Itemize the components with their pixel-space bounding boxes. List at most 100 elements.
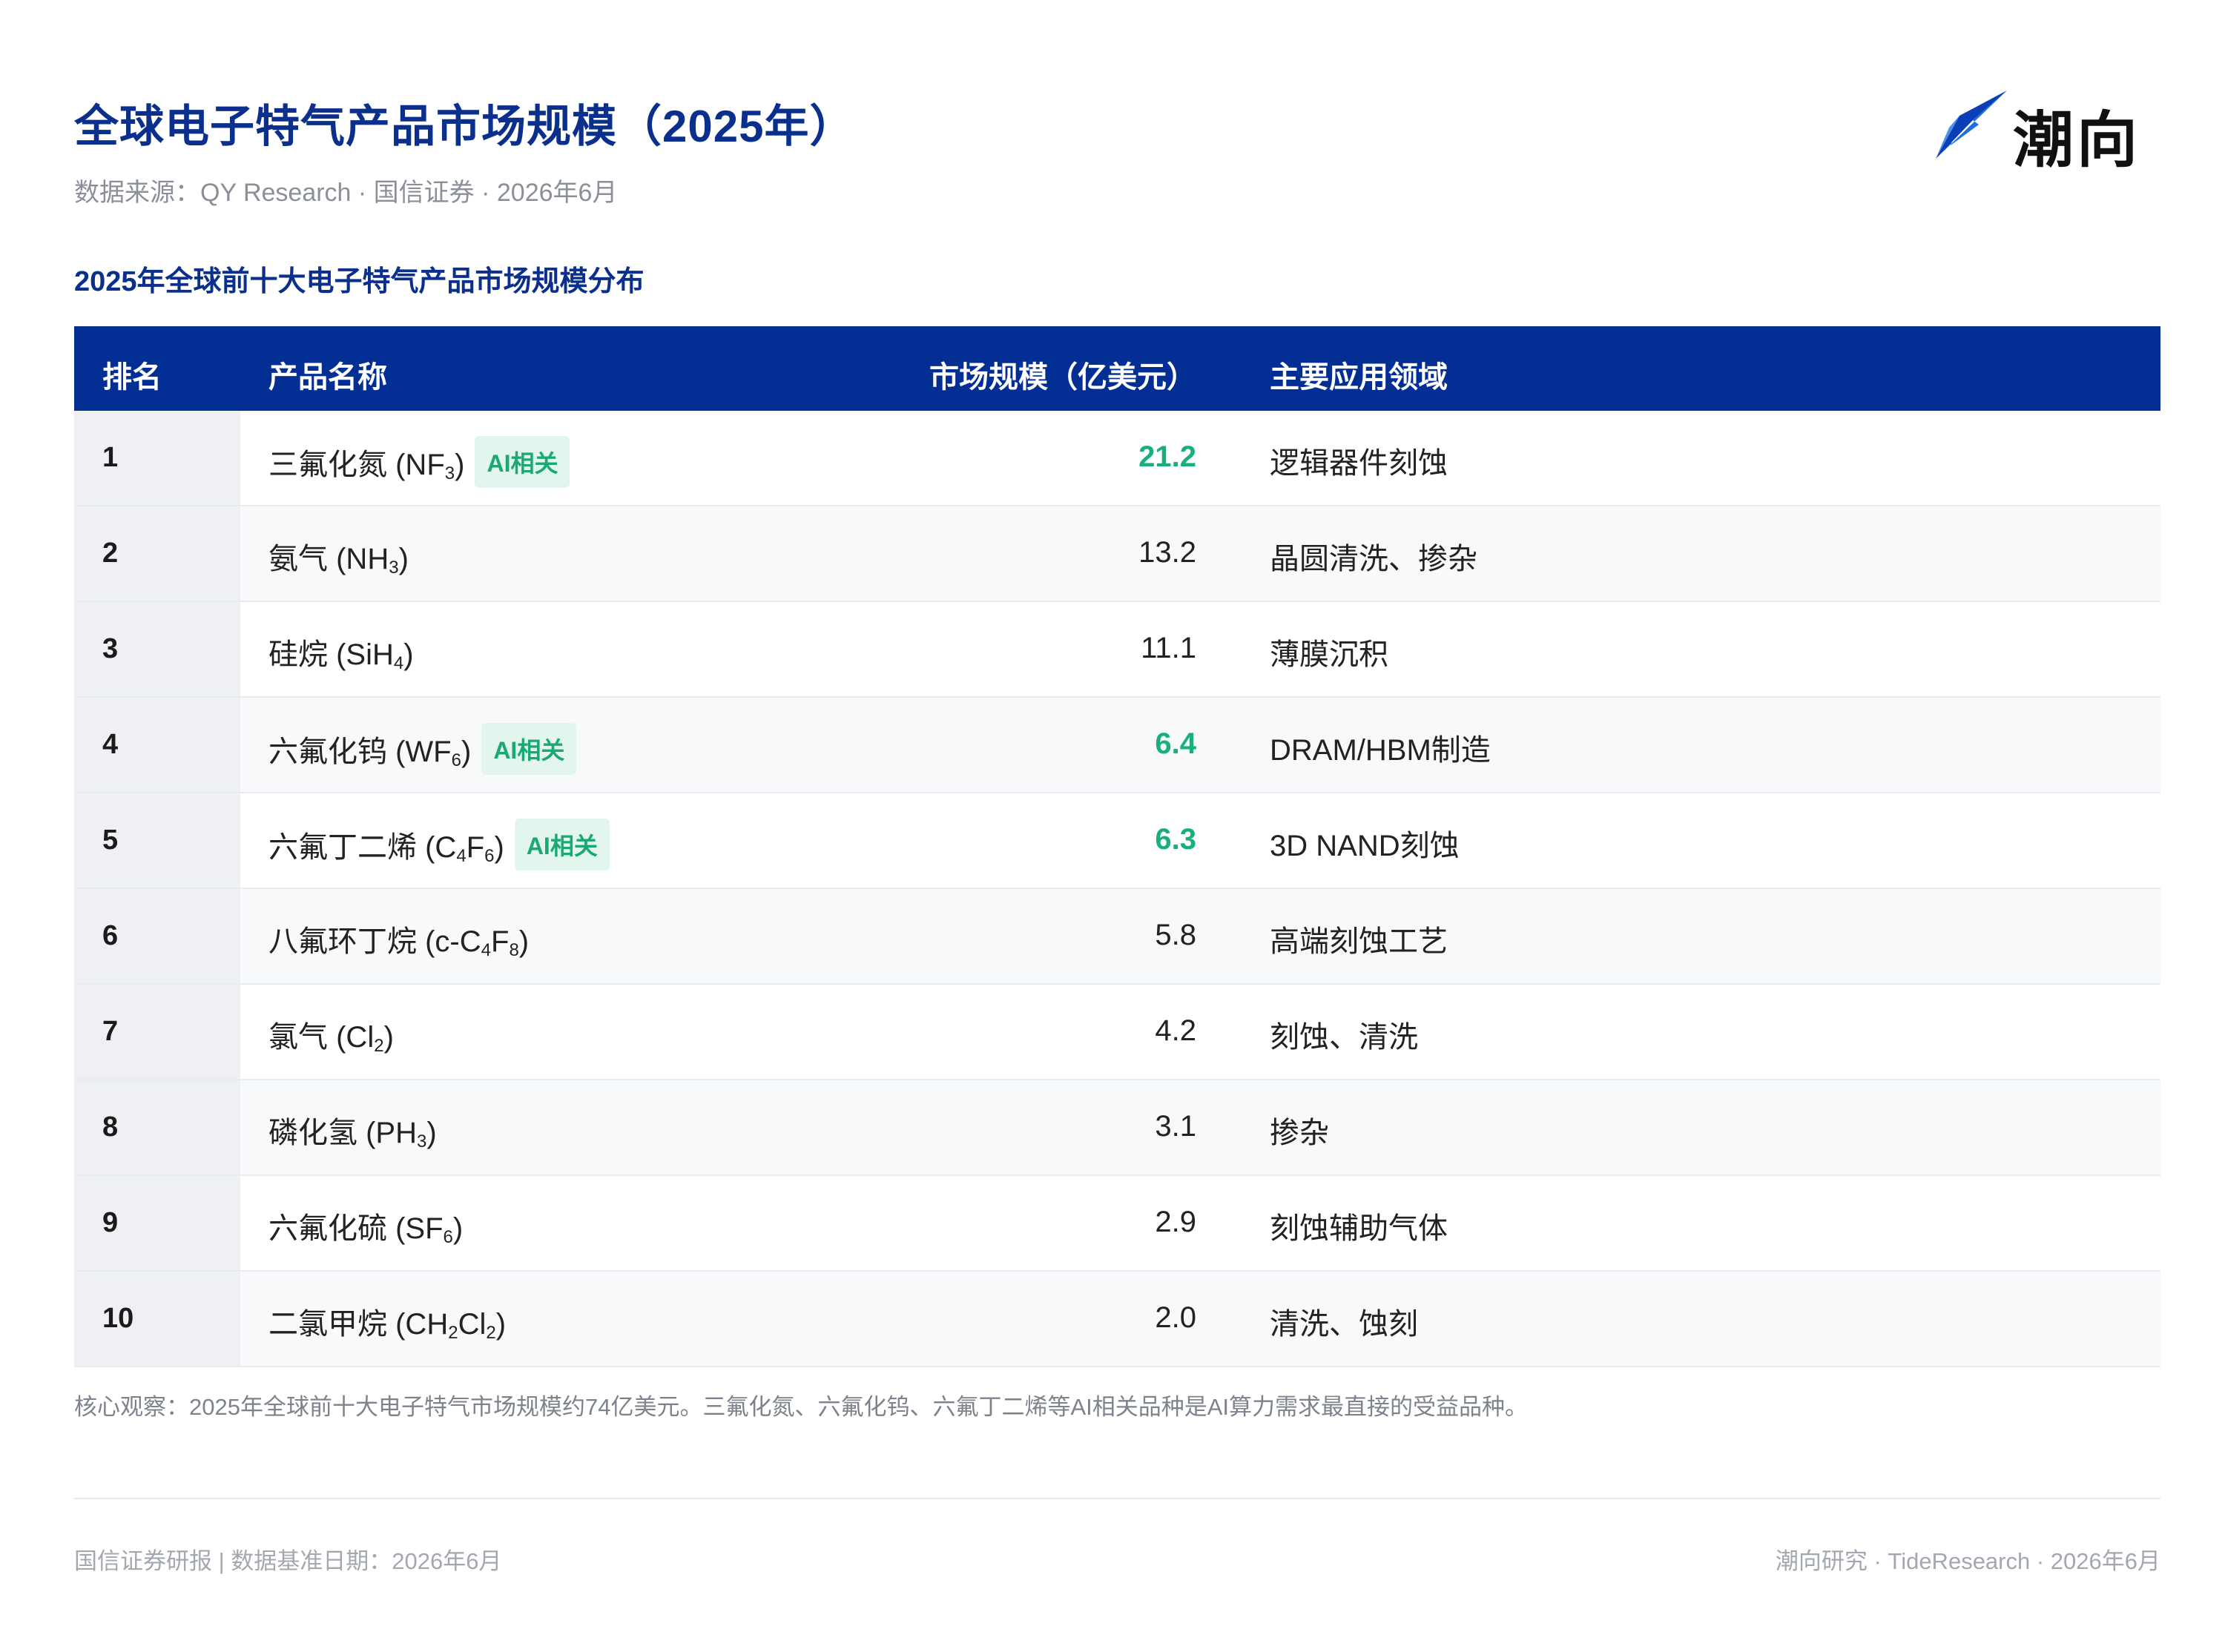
formula-close: ) bbox=[452, 1212, 464, 1245]
rank-number: 6 bbox=[102, 920, 119, 951]
footer-divider bbox=[74, 1498, 2160, 1499]
formula-close: ) bbox=[461, 736, 472, 768]
product-name: 硅烷 (SiH bbox=[268, 638, 394, 671]
formula-close: ) bbox=[403, 638, 414, 671]
table-row: 6 八氟环丁烷 (c-C4F8) 5.8 高端刻蚀工艺 bbox=[74, 889, 2160, 985]
product-name-cell: 六氟丁二烯 (C4F6) AI相关 bbox=[268, 819, 610, 873]
column-header-application: 主要应用领域 bbox=[1270, 361, 1448, 394]
rank-cell: 6 bbox=[74, 889, 240, 983]
formula-close: ) bbox=[495, 1308, 507, 1341]
market-size-value: 6.3 bbox=[1155, 823, 1196, 856]
product-name-cell: 二氯甲烷 (CH2Cl2) bbox=[268, 1300, 506, 1343]
rank-cell: 8 bbox=[74, 1080, 240, 1174]
application-field: 逻辑器件刻蚀 bbox=[1270, 447, 1448, 480]
formula-subscript: 4 bbox=[481, 940, 491, 960]
product-name: 六氟化硫 (SF bbox=[268, 1212, 444, 1245]
rank-number: 1 bbox=[102, 442, 119, 473]
rank-cell: 2 bbox=[74, 506, 240, 601]
formula-close: ) bbox=[383, 1021, 394, 1054]
page-title: 全球电子特气产品市场规模（2025年） bbox=[74, 102, 855, 151]
product-name: 氨气 (NH bbox=[268, 543, 389, 575]
application-field: 掺杂 bbox=[1270, 1117, 1329, 1149]
column-header-market-size: 市场规模（亿美元） bbox=[929, 361, 1196, 394]
formula-close: ) bbox=[518, 925, 530, 958]
formula-close: ) bbox=[455, 449, 465, 481]
page-subtitle: 数据来源：QY Research · 国信证券 · 2026年6月 bbox=[74, 179, 618, 207]
formula-subscript: 2 bbox=[448, 1323, 458, 1343]
market-size-value: 13.2 bbox=[1138, 536, 1196, 569]
product-name: 六氟丁二烯 (C bbox=[268, 831, 457, 864]
formula-part: F bbox=[491, 925, 510, 958]
table-row: 10 二氯甲烷 (CH2Cl2) 2.0 清洗、蚀刻 bbox=[74, 1272, 2160, 1367]
market-size-value: 3.1 bbox=[1155, 1110, 1196, 1143]
formula-subscript: 4 bbox=[393, 653, 404, 673]
ai-related-badge: AI相关 bbox=[514, 819, 610, 870]
table-row: 2 氨气 (NH3) 13.2 晶圆清洗、掺杂 bbox=[74, 506, 2160, 602]
market-size-value: 6.4 bbox=[1155, 727, 1196, 760]
brand-logo: 潮向 bbox=[1933, 86, 2155, 174]
table-row: 1 三氟化氮 (NF3) AI相关 21.2 逻辑器件刻蚀 bbox=[74, 411, 2160, 506]
product-name: 氯气 (Cl bbox=[268, 1021, 375, 1054]
application-field: 晶圆清洗、掺杂 bbox=[1270, 543, 1477, 575]
formula-subscript: 8 bbox=[509, 940, 519, 960]
formula-close: ) bbox=[426, 1117, 437, 1149]
product-name: 六氟化钨 (WF bbox=[268, 736, 452, 768]
table-row: 8 磷化氢 (PH3) 3.1 掺杂 bbox=[74, 1080, 2160, 1176]
rank-number: 10 bbox=[102, 1303, 134, 1334]
product-name-cell: 硅烷 (SiH4) bbox=[268, 630, 414, 673]
application-field: 清洗、蚀刻 bbox=[1270, 1308, 1418, 1341]
application-field: 刻蚀、清洗 bbox=[1270, 1021, 1418, 1054]
key-observation-note: 核心观察：2025年全球前十大电子特气市场规模约74亿美元。三氟化氮、六氟化钨、… bbox=[74, 1394, 1529, 1420]
product-name-cell: 六氟化硫 (SF6) bbox=[268, 1204, 463, 1247]
rank-number: 4 bbox=[102, 729, 119, 760]
formula-subscript: 6 bbox=[443, 1227, 453, 1247]
formula-part: Cl bbox=[458, 1308, 487, 1341]
product-name-cell: 氨气 (NH3) bbox=[268, 535, 409, 578]
product-name: 二氯甲烷 (CH bbox=[268, 1308, 449, 1341]
product-name: 三氟化氮 (NF bbox=[268, 449, 445, 481]
rank-cell: 7 bbox=[74, 985, 240, 1079]
table-row: 3 硅烷 (SiH4) 11.1 薄膜沉积 bbox=[74, 602, 2160, 698]
product-name: 八氟环丁烷 (c-C bbox=[268, 925, 481, 958]
market-size-value: 5.8 bbox=[1155, 919, 1196, 951]
footer-brand: 潮向研究 · TideResearch · 2026年6月 bbox=[1775, 1548, 2160, 1574]
formula-subscript: 3 bbox=[444, 463, 455, 483]
formula-subscript: 2 bbox=[486, 1323, 496, 1343]
formula-close: ) bbox=[398, 543, 409, 575]
formula-close: ) bbox=[494, 831, 504, 864]
column-header-rank: 排名 bbox=[102, 361, 162, 394]
formula-subscript: 3 bbox=[417, 1131, 427, 1152]
table-row: 4 六氟化钨 (WF6) AI相关 6.4 DRAM/HBM制造 bbox=[74, 698, 2160, 793]
formula-subscript: 2 bbox=[374, 1036, 384, 1056]
market-size-value: 21.2 bbox=[1138, 440, 1196, 473]
rank-cell: 9 bbox=[74, 1176, 240, 1270]
formula-subscript: 6 bbox=[451, 750, 461, 770]
product-name-cell: 氯气 (Cl2) bbox=[268, 1013, 394, 1056]
rank-cell: 4 bbox=[74, 698, 240, 792]
rank-cell: 10 bbox=[74, 1272, 240, 1366]
rank-number: 5 bbox=[102, 825, 119, 856]
table-row: 7 氯气 (Cl2) 4.2 刻蚀、清洗 bbox=[74, 985, 2160, 1080]
application-field: 刻蚀辅助气体 bbox=[1270, 1212, 1448, 1245]
table-body: 1 三氟化氮 (NF3) AI相关 21.2 逻辑器件刻蚀 2 氨气 (NH3) 13.2 晶圆… bbox=[74, 411, 2160, 1367]
product-name: 磷化氢 (PH bbox=[268, 1117, 417, 1149]
market-size-value: 2.9 bbox=[1155, 1206, 1196, 1238]
rank-cell: 1 bbox=[74, 411, 240, 505]
rank-number: 9 bbox=[102, 1207, 119, 1238]
application-field: DRAM/HBM制造 bbox=[1270, 734, 1491, 767]
formula-subscript: 3 bbox=[389, 558, 399, 578]
logo-text: 潮向 bbox=[2013, 107, 2141, 174]
formula-subscript: 6 bbox=[484, 846, 495, 866]
rank-number: 8 bbox=[102, 1111, 119, 1143]
formula-part: F bbox=[466, 831, 485, 864]
application-field: 3D NAND刻蚀 bbox=[1270, 830, 1460, 862]
section-title: 2025年全球前十大电子特气产品市场规模分布 bbox=[74, 266, 645, 297]
ai-related-badge: AI相关 bbox=[475, 436, 570, 488]
market-size-value: 4.2 bbox=[1155, 1014, 1196, 1047]
table-row: 9 六氟化硫 (SF6) 2.9 刻蚀辅助气体 bbox=[74, 1176, 2160, 1272]
formula-subscript: 4 bbox=[456, 846, 467, 866]
rank-number: 3 bbox=[102, 633, 119, 664]
rank-number: 7 bbox=[102, 1016, 119, 1047]
market-size-value: 2.0 bbox=[1155, 1301, 1196, 1334]
market-size-table: 排名 产品名称 市场规模（亿美元） 主要应用领域 1 三氟化氮 (NF3) AI相关… bbox=[74, 326, 2160, 1367]
